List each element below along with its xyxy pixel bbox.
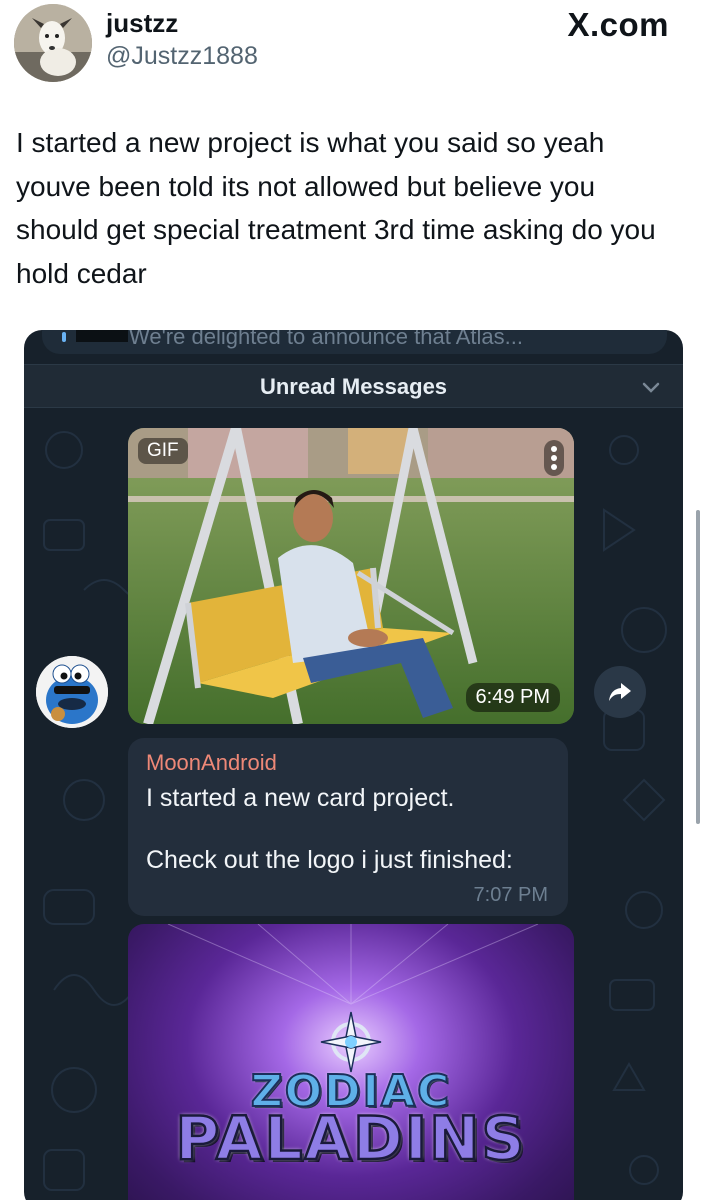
author-display-name[interactable]: justzz	[106, 8, 178, 39]
chat-message-bubble[interactable]: MoonAndroid I started a new card project…	[128, 738, 568, 916]
unread-messages-label: Unread Messages	[259, 374, 448, 399]
message-timestamp: 7:07 PM	[473, 884, 548, 906]
cookie-monster-avatar-icon	[36, 656, 108, 728]
tweet-text: I started a new project is what you said…	[16, 127, 656, 289]
unread-messages-divider: Unread Messages	[24, 364, 683, 408]
message-text-line: I started a new card project.	[146, 784, 455, 812]
previous-message-thumbnail	[76, 330, 128, 342]
gif-badge: GIF	[138, 438, 188, 464]
gif-swing-scene	[128, 428, 574, 724]
dog-photo-icon	[14, 4, 92, 82]
author-handle[interactable]: @Justzz1888	[106, 42, 258, 71]
sender-avatar[interactable]	[36, 656, 108, 728]
logo-image-message[interactable]: ZODIAC PALADINS	[128, 924, 574, 1200]
scrollbar-thumb[interactable]	[696, 510, 700, 824]
message-sender-name[interactable]: MoonAndroid	[146, 750, 277, 776]
gif-timestamp: 6:49 PM	[465, 683, 560, 712]
embedded-chat-screenshot[interactable]: We're delighted to announce that Atlas..…	[24, 330, 683, 1200]
reply-accent-bar	[62, 332, 66, 342]
chevron-down-icon[interactable]	[641, 377, 661, 397]
share-arrow-icon	[609, 683, 631, 701]
gif-message[interactable]: GIF 6:49 PM	[128, 428, 574, 724]
author-avatar[interactable]	[14, 4, 92, 82]
logo-title-line2: PALADINS	[174, 1103, 527, 1176]
share-button[interactable]	[594, 666, 646, 718]
x-logo: X.com	[567, 6, 669, 43]
message-text-line: Check out the logo i just finished:	[146, 846, 513, 874]
more-dots-icon[interactable]	[544, 440, 564, 476]
previous-message-preview: We're delighted to announce that Atlas..…	[129, 330, 523, 349]
